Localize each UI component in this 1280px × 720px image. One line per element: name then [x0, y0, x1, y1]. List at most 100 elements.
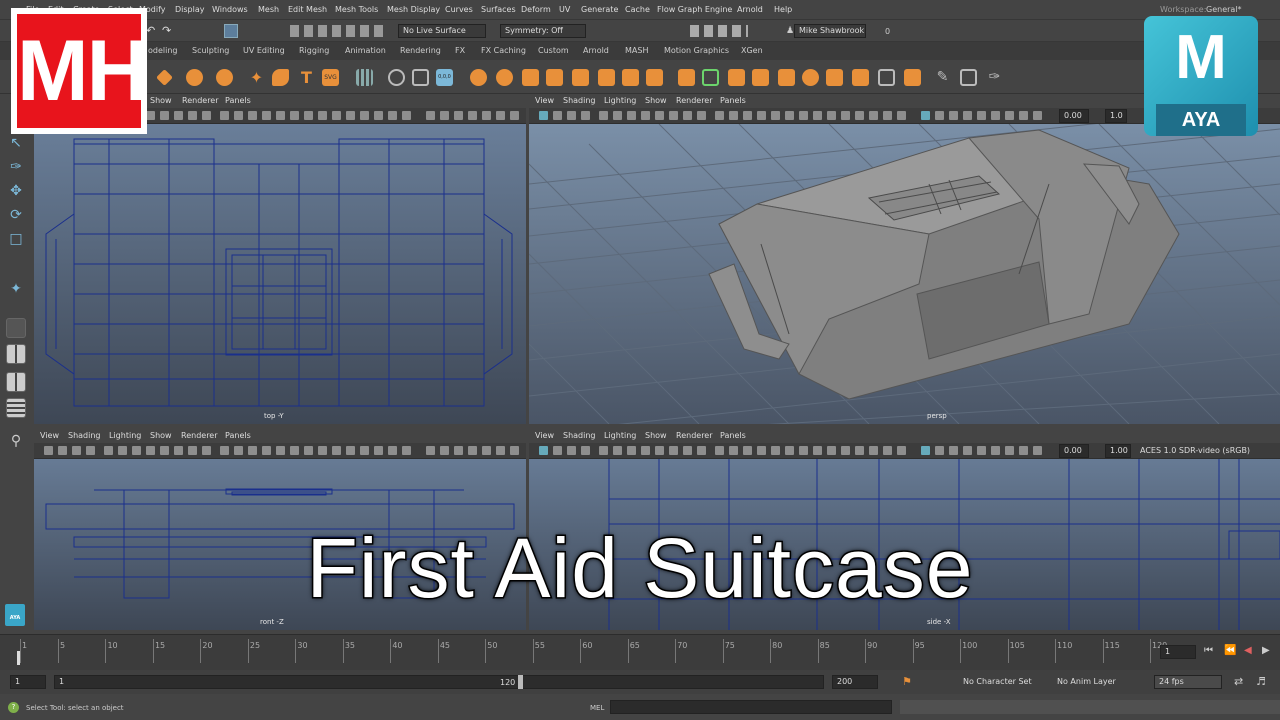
- mel-input[interactable]: [610, 700, 892, 714]
- two-view-icon[interactable]: [6, 372, 26, 392]
- viewport-front-menu-panels[interactable]: Panels: [225, 431, 251, 440]
- select-tool-icon[interactable]: ↖: [6, 134, 26, 154]
- viewport-side-menu-lighting[interactable]: Lighting: [604, 431, 636, 440]
- current-frame-field[interactable]: 1: [1160, 645, 1196, 659]
- shelf-tab-arnold[interactable]: Arnold: [583, 46, 609, 55]
- menu-generate[interactable]: Generate: [581, 5, 618, 14]
- center-pivot-icon[interactable]: [412, 69, 429, 86]
- poke-icon[interactable]: [826, 69, 843, 86]
- unfold-icon[interactable]: [878, 69, 895, 86]
- shelf-tab-custom[interactable]: Custom: [538, 46, 569, 55]
- viewport-front-menu-shading[interactable]: Shading: [68, 431, 101, 440]
- uv-layout-icon[interactable]: [904, 69, 921, 86]
- shelf-tab-rigging[interactable]: Rigging: [299, 46, 329, 55]
- mel-label[interactable]: MEL: [590, 704, 604, 712]
- menu-flow-graph-engine[interactable]: Flow Graph Engine: [657, 5, 732, 14]
- play-back-icon[interactable]: ◀: [1244, 645, 1252, 656]
- range-end-handle[interactable]: [518, 675, 523, 689]
- viewport-front-menu-lighting[interactable]: Lighting: [109, 431, 141, 440]
- viewport-persp-menu-view[interactable]: View: [535, 96, 554, 105]
- mirror-icon[interactable]: [598, 69, 615, 86]
- viewport-side-menu-show[interactable]: Show: [645, 431, 667, 440]
- torus-icon[interactable]: [186, 69, 203, 86]
- viewport-persp-menu-renderer[interactable]: Renderer: [676, 96, 713, 105]
- bridge-icon[interactable]: [646, 69, 663, 86]
- star-icon[interactable]: ✦: [248, 69, 265, 86]
- viewport-side-menu-renderer[interactable]: Renderer: [676, 431, 713, 440]
- auto-key-icon[interactable]: ⚑: [902, 675, 912, 688]
- extrude-icon[interactable]: [678, 69, 695, 86]
- play-forward-icon[interactable]: ▶: [1262, 645, 1270, 656]
- platonic-icon[interactable]: [156, 69, 173, 86]
- shelf-tab-animation[interactable]: Animation: [345, 46, 386, 55]
- current-time-marker[interactable]: [17, 651, 20, 665]
- viewport-side-menu-shading[interactable]: Shading: [563, 431, 596, 440]
- viewport-top-menu-show[interactable]: Show: [150, 96, 172, 105]
- menu-windows[interactable]: Windows: [212, 5, 248, 14]
- menu-display[interactable]: Display: [175, 5, 205, 14]
- menu-edit-mesh[interactable]: Edit Mesh: [288, 5, 327, 14]
- search-icon[interactable]: ⚲: [6, 432, 26, 452]
- viewport-side-menu-view[interactable]: View: [535, 431, 554, 440]
- loop-icon[interactable]: ⇄: [1234, 675, 1243, 688]
- move-tool-icon[interactable]: ✥: [6, 182, 26, 202]
- menu-curves[interactable]: Curves: [445, 5, 473, 14]
- viewport-persp-exposure[interactable]: 0.00: [1059, 109, 1089, 123]
- helix-icon[interactable]: [272, 69, 289, 86]
- viewport-persp-menu-shading[interactable]: Shading: [563, 96, 596, 105]
- shelf-tab-xgen[interactable]: XGen: [741, 46, 763, 55]
- menu-mesh-display[interactable]: Mesh Display: [387, 5, 440, 14]
- character-set-dropdown[interactable]: No Character Set: [958, 675, 1038, 689]
- combine-icon[interactable]: [470, 69, 487, 86]
- shelf-tab-modeling[interactable]: odeling: [148, 46, 178, 55]
- symmetry-dropdown[interactable]: Symmetry: Off: [500, 24, 586, 38]
- scale-tool-icon[interactable]: □: [6, 230, 26, 250]
- target-weld-icon[interactable]: [752, 69, 769, 86]
- brush-icon[interactable]: ✑: [986, 69, 1003, 86]
- viewport-persp-gamma[interactable]: 1.0: [1105, 109, 1127, 123]
- quad-draw-icon[interactable]: [802, 69, 819, 86]
- menu-help[interactable]: Help: [774, 5, 792, 14]
- go-to-start-icon[interactable]: ⏮: [1204, 645, 1213, 656]
- manipulator-icon[interactable]: ✦: [6, 280, 26, 300]
- anim-layer-dropdown[interactable]: No Anim Layer: [1052, 675, 1142, 689]
- viewport-persp-menu-panels[interactable]: Panels: [720, 96, 746, 105]
- audio-icon[interactable]: ♬: [1256, 675, 1266, 688]
- select-mode-icon[interactable]: [224, 24, 238, 38]
- menu-cache[interactable]: Cache: [625, 5, 650, 14]
- time-slider[interactable]: 1 5 10 15 20 25 30 35 40 45 50 55 60 65 70 75 80 85 90 95 10…: [0, 634, 1280, 670]
- shelf-tab-uv-editing[interactable]: UV Editing: [243, 46, 285, 55]
- extract-icon[interactable]: [522, 69, 539, 86]
- bevel-icon[interactable]: [622, 69, 639, 86]
- viewport-side-colorspace[interactable]: ACES 1.0 SDR-video (sRGB): [1135, 444, 1265, 458]
- menu-mesh-tools[interactable]: Mesh Tools: [335, 5, 378, 14]
- playback-range-bar[interactable]: 1: [54, 675, 824, 689]
- edge-loop-icon[interactable]: [728, 69, 745, 86]
- redo-icon[interactable]: ↷: [162, 24, 171, 37]
- shelf-tab-mash[interactable]: MASH: [625, 46, 648, 55]
- soccer-ball-icon[interactable]: [216, 69, 233, 86]
- pencil-icon[interactable]: ✎: [934, 69, 951, 86]
- freeze-icon[interactable]: 0,0,0: [436, 69, 453, 86]
- workspace-selector[interactable]: General*: [1206, 5, 1242, 14]
- fill-hole-icon[interactable]: [778, 69, 795, 86]
- viewport-top-menu-renderer[interactable]: Renderer: [182, 96, 219, 105]
- scene-start-field[interactable]: 1: [10, 675, 46, 689]
- four-view-icon[interactable]: [6, 344, 26, 364]
- menu-uv[interactable]: UV: [559, 5, 570, 14]
- step-back-icon[interactable]: ⏪: [1224, 645, 1236, 656]
- ruler-icon[interactable]: [960, 69, 977, 86]
- shelf-tab-motion-graphics[interactable]: Motion Graphics: [664, 46, 729, 55]
- multi-cut-icon[interactable]: [702, 69, 719, 86]
- shelf-tab-fx-caching[interactable]: FX Caching: [481, 46, 526, 55]
- outliner-icon[interactable]: [6, 398, 26, 418]
- viewport-persp[interactable]: View Shading Lighting Show Renderer Pane…: [529, 94, 1280, 424]
- viewport-side-exposure[interactable]: 0.00: [1059, 444, 1089, 458]
- svg-icon[interactable]: SVG: [322, 69, 339, 86]
- viewport-front-menu-view[interactable]: View: [40, 431, 59, 440]
- shelf-tab-rendering[interactable]: Rendering: [400, 46, 441, 55]
- separate-icon[interactable]: [496, 69, 513, 86]
- boolean-icon[interactable]: [546, 69, 563, 86]
- wedge-icon[interactable]: [852, 69, 869, 86]
- shelf-tab-fx[interactable]: FX: [455, 46, 465, 55]
